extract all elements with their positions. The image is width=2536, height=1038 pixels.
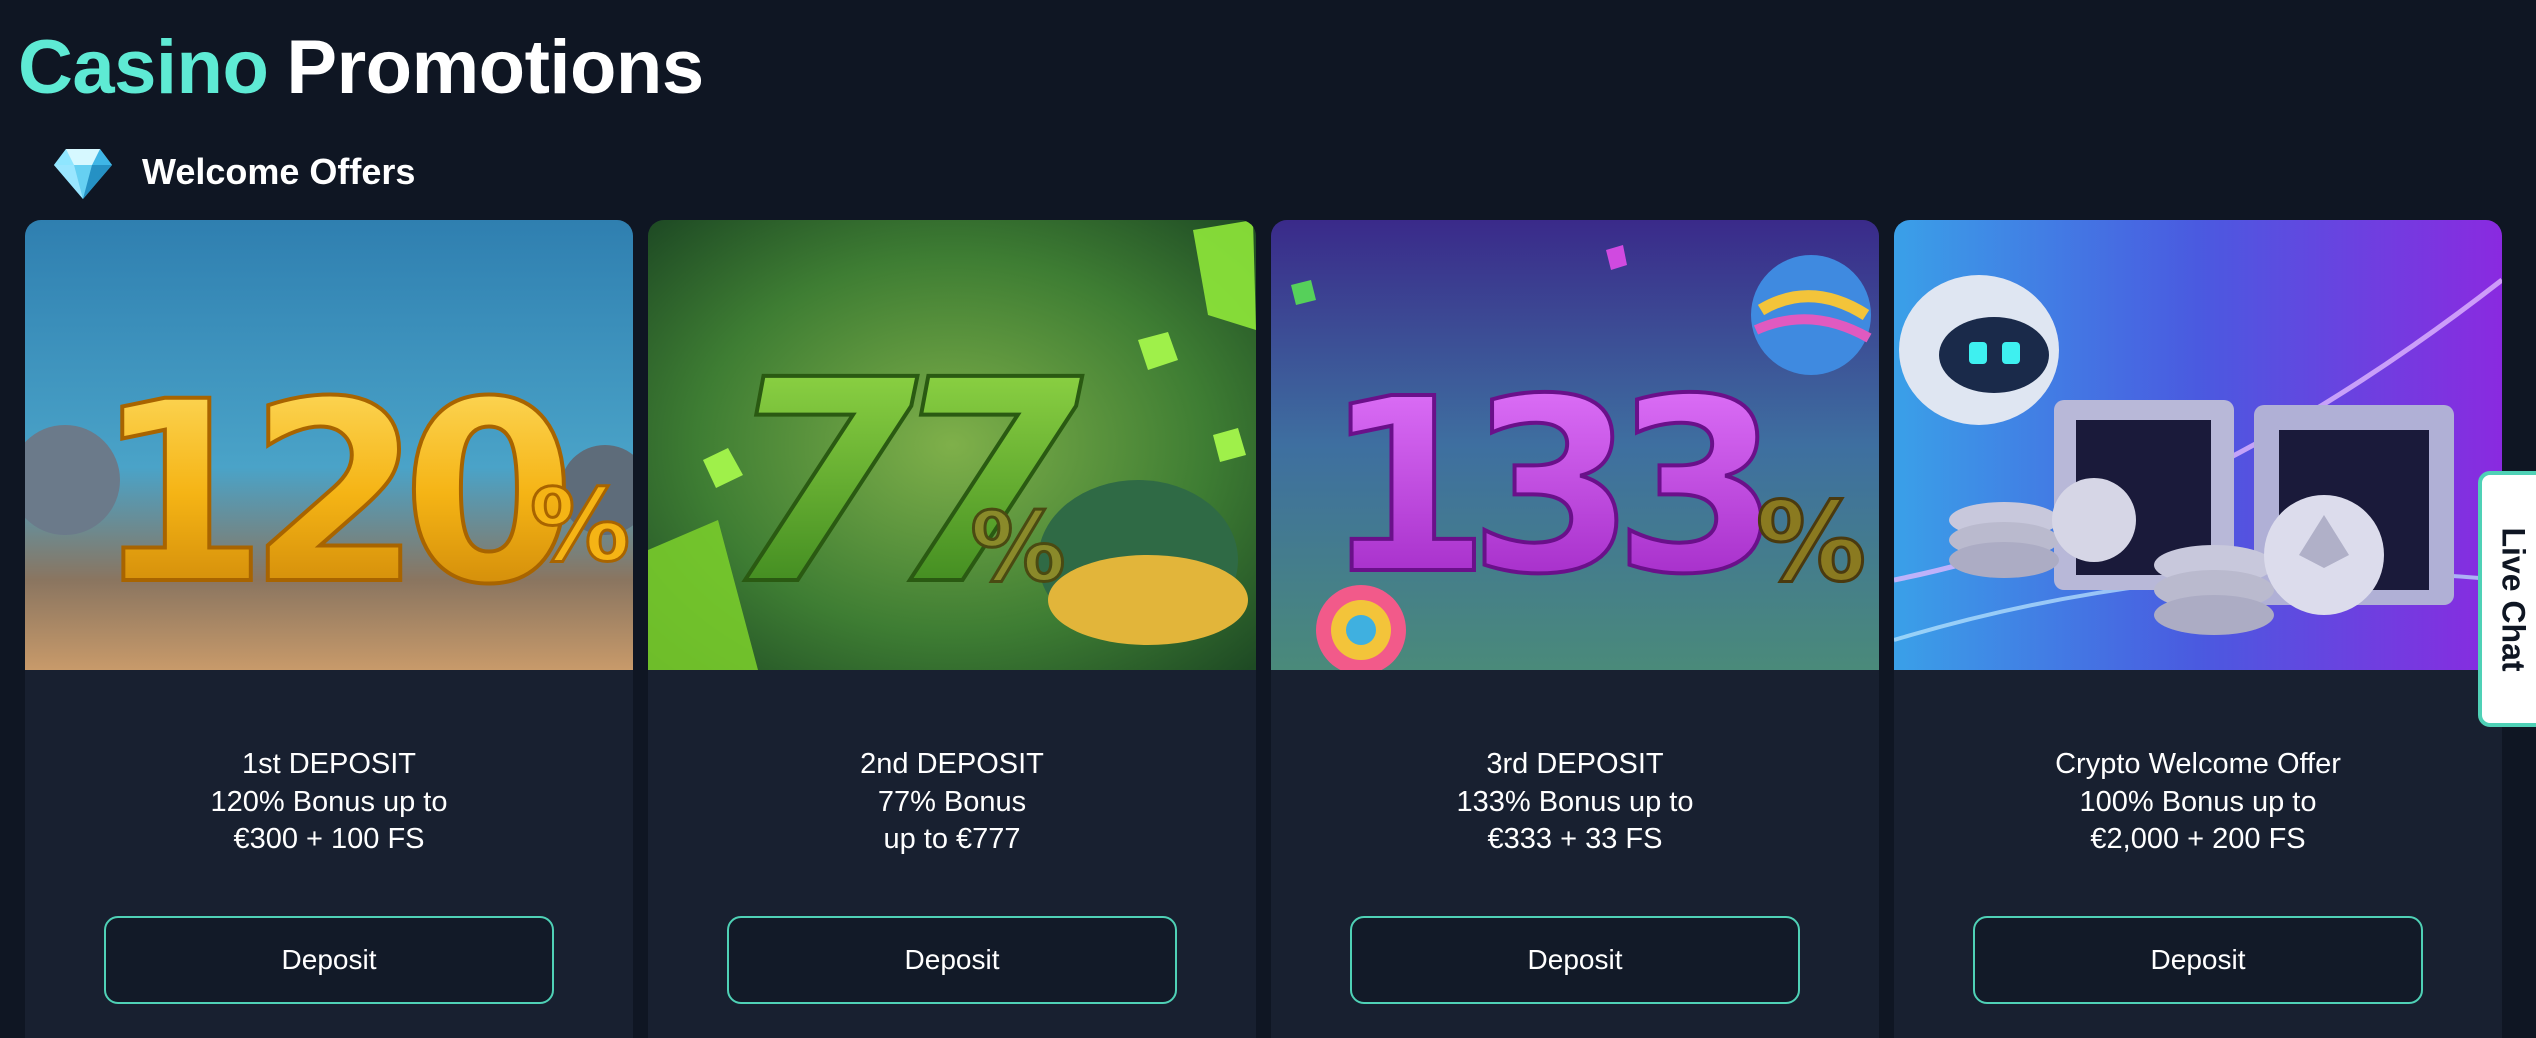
offer-description: 2nd DEPOSIT 77% Bonus up to €777 <box>648 746 1256 859</box>
page-title-accent: Casino <box>18 25 269 110</box>
casino-promotions-page: Casino Promotions Welcome Offers 120 % 1… <box>0 0 2536 1038</box>
offer-line-amount: €333 + 33 FS <box>1487 823 1663 855</box>
offer-line-bonus: 133% Bonus up to <box>1456 785 1694 818</box>
live-chat-tab[interactable]: Live Chat <box>2478 471 2536 727</box>
offer-card-3rd-deposit: 133 % 3rd DEPOSIT 133% Bonus up to €333 … <box>1271 220 1879 1038</box>
offers-list: 120 % 1st DEPOSIT 120% Bonus up to €300 … <box>25 220 2503 1038</box>
offer-line-bonus: 100% Bonus up to <box>2079 785 2317 818</box>
offer-art-number: 120 <box>94 348 564 639</box>
offer-line-amount: €300 + 100 FS <box>233 823 425 855</box>
offer-art-percent: % <box>970 493 1065 603</box>
welcome-offers-header: Welcome Offers <box>52 140 415 204</box>
offer-card-crypto-welcome: Crypto Welcome Offer 100% Bonus up to €2… <box>1894 220 2502 1038</box>
offer-line-title: 2nd DEPOSIT <box>860 748 1044 780</box>
offer-line-bonus: 77% Bonus <box>877 785 1027 818</box>
deposit-button[interactable]: Deposit <box>727 916 1177 1004</box>
offer-card-1st-deposit: 120 % 1st DEPOSIT 120% Bonus up to €300 … <box>25 220 633 1038</box>
offer-art-percent: % <box>1756 478 1866 606</box>
offer-description: 3rd DEPOSIT 133% Bonus up to €333 + 33 F… <box>1271 746 1879 859</box>
offer-image-120: 120 % <box>25 220 633 670</box>
offer-line-bonus: 120% Bonus up to <box>210 785 448 818</box>
offer-line-amount: €2,000 + 200 FS <box>2090 823 2306 855</box>
offer-description: 1st DEPOSIT 120% Bonus up to €300 + 100 … <box>25 746 633 859</box>
offer-line-title: 3rd DEPOSIT <box>1486 748 1664 780</box>
offer-art-percent: % <box>530 467 630 584</box>
section-title: Welcome Offers <box>142 151 416 192</box>
page-title-main: Promotions <box>286 25 704 110</box>
deposit-button[interactable]: Deposit <box>104 916 554 1004</box>
offer-image-77: 77 % <box>648 220 1256 670</box>
page-title: Casino Promotions <box>18 22 704 114</box>
offer-image-133: 133 % <box>1271 220 1879 670</box>
deposit-button[interactable]: Deposit <box>1973 916 2423 1004</box>
offer-card-2nd-deposit: 77 % 2nd DEPOSIT 77% Bonus up to €777 De… <box>648 220 1256 1038</box>
offer-art-number: 133 <box>1324 347 1762 627</box>
offer-description: Crypto Welcome Offer 100% Bonus up to €2… <box>1894 746 2502 859</box>
offer-line-title: Crypto Welcome Offer <box>2055 748 2341 780</box>
deposit-button[interactable]: Deposit <box>1350 916 1800 1004</box>
offer-image-crypto <box>1894 220 2502 670</box>
offer-line-amount: up to €777 <box>883 823 1021 855</box>
offer-line-title: 1st DEPOSIT <box>241 748 417 780</box>
diamond-icon <box>54 149 112 199</box>
live-chat-label: Live Chat <box>2495 526 2532 672</box>
